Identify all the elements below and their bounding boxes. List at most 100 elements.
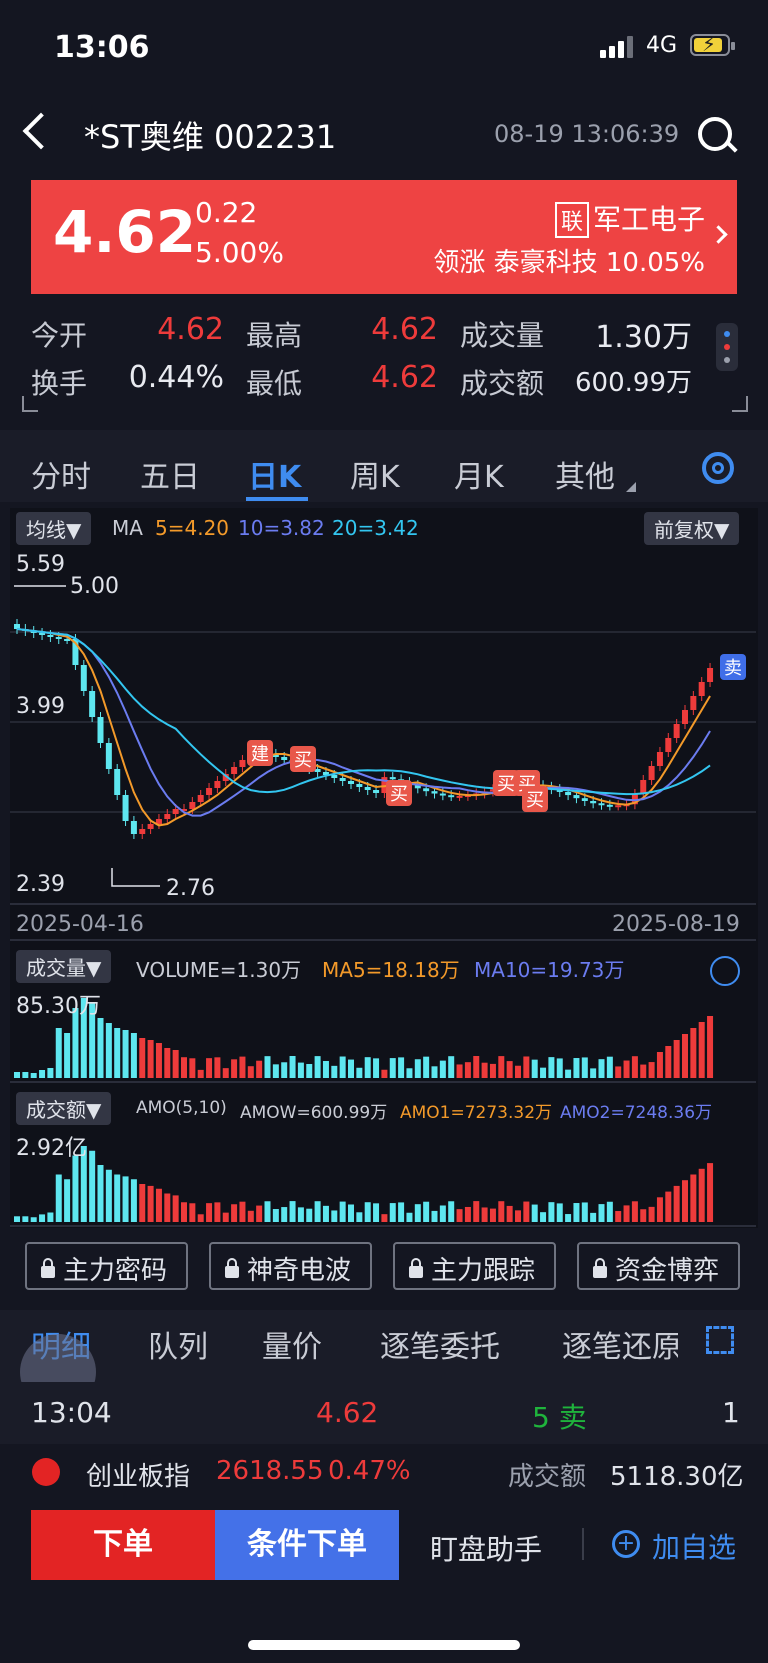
volume-bar <box>339 1056 346 1078</box>
candle <box>640 780 647 794</box>
volume-bar <box>548 1057 555 1078</box>
amount-bar <box>105 1169 112 1222</box>
candle <box>97 717 104 743</box>
home-indicator <box>248 1640 520 1650</box>
volume-bar <box>114 1028 121 1078</box>
volume-bar <box>565 1069 572 1078</box>
amount-bar <box>615 1211 622 1222</box>
candle <box>356 784 363 787</box>
order-button[interactable]: 下单 <box>31 1510 215 1580</box>
volume-bar <box>214 1057 221 1078</box>
tool-fund-game[interactable]: 资金博弈 <box>577 1242 740 1290</box>
amount-bar <box>473 1201 480 1222</box>
conditional-order-button[interactable]: 条件下单 <box>215 1510 399 1580</box>
volume-bar <box>523 1056 530 1078</box>
amount-bar <box>648 1206 655 1222</box>
tab-order-by-order[interactable]: 逐笔委托 <box>380 1322 500 1366</box>
volume-bar <box>181 1057 187 1078</box>
volume-bar <box>623 1060 630 1078</box>
amount-bar <box>515 1210 521 1222</box>
exchange-logo-icon <box>32 1458 60 1486</box>
volume-ma10: MA10=19.73万 <box>474 958 625 982</box>
candle <box>690 696 697 710</box>
volume-bar <box>189 1058 196 1078</box>
tool-magic-wave[interactable]: 神奇电波 <box>209 1242 372 1290</box>
fullscreen-icon[interactable] <box>706 1326 734 1354</box>
candle <box>281 757 288 760</box>
tab-volume-price[interactable]: 量价 <box>262 1322 322 1366</box>
amount-bar <box>623 1205 630 1222</box>
candle <box>39 633 46 635</box>
candle <box>339 778 346 781</box>
candle <box>598 803 605 806</box>
volume-bar <box>314 1056 321 1078</box>
amount-bar <box>523 1201 530 1222</box>
candle <box>581 798 588 802</box>
index-ticker[interactable]: 创业板指 2618.55 0.47% 成交额 5118.30亿 <box>0 1444 768 1500</box>
lock-icon <box>409 1258 423 1278</box>
volume-bar <box>197 1069 204 1078</box>
tick-volume: 5 卖 <box>532 1401 587 1434</box>
amount-bar <box>640 1209 647 1222</box>
candle <box>147 824 154 829</box>
candle <box>665 738 672 752</box>
volume-bar <box>147 1040 154 1078</box>
volume-bar <box>247 1066 254 1078</box>
tool-label: 资金博弈 <box>615 1256 720 1286</box>
amount-bar <box>72 1155 79 1222</box>
volume-bar <box>22 1072 29 1078</box>
index-amt: 5118.30亿 <box>610 1462 744 1492</box>
amount-bar <box>631 1201 638 1222</box>
volume-bar <box>130 1033 137 1078</box>
candle <box>197 795 204 802</box>
candle <box>105 743 112 769</box>
amount-bar <box>197 1214 204 1222</box>
tool-main-code[interactable]: 主力密码 <box>25 1242 188 1290</box>
amount-bar <box>356 1212 363 1222</box>
candle <box>656 752 663 766</box>
amount-selector[interactable]: 成交额▼ <box>16 1092 112 1125</box>
amount-bar <box>64 1179 71 1222</box>
amount-bar <box>39 1214 46 1222</box>
volume-bar <box>122 1030 129 1078</box>
amount-bar <box>381 1214 388 1222</box>
volume-bar <box>172 1050 179 1078</box>
volume-bar <box>139 1038 146 1078</box>
volume-bar <box>673 1040 680 1078</box>
volume-bar <box>590 1068 597 1078</box>
amount-bar <box>155 1188 162 1222</box>
candle <box>448 795 455 798</box>
resize-icon[interactable] <box>710 956 740 986</box>
candle <box>331 775 338 778</box>
signal-label: 建 <box>251 744 269 765</box>
tool-label: 神奇电波 <box>247 1256 352 1286</box>
kline-chart[interactable]: 建买买买买买卖 <box>0 0 768 1230</box>
amount-bar <box>247 1210 254 1222</box>
volume-bar <box>682 1034 688 1078</box>
amount-bar <box>498 1201 505 1222</box>
tick-time: 13:04 <box>31 1396 112 1429</box>
watch-assistant-button[interactable]: 盯盘助手 <box>430 1528 542 1568</box>
amount-bar <box>189 1203 196 1222</box>
signal-label: 买 <box>497 774 515 795</box>
amount-bar <box>306 1208 313 1222</box>
candle <box>206 788 213 795</box>
candle <box>682 710 688 724</box>
amount-amo1: AMO1=7273.32万 <box>400 1103 553 1123</box>
candle <box>172 809 179 814</box>
amount-bar <box>297 1207 304 1222</box>
amount-bar <box>665 1191 672 1222</box>
tab-queue[interactable]: 队列 <box>148 1322 208 1366</box>
tick-count: 1 <box>722 1396 740 1429</box>
tab-tick-restore[interactable]: 逐笔还原 <box>562 1322 678 1366</box>
candle <box>439 793 446 796</box>
amount-bar <box>130 1179 137 1222</box>
add-watchlist-button[interactable]: 加自选 <box>652 1526 736 1566</box>
tick-price: 4.62 <box>316 1396 379 1429</box>
signal-label: 买 <box>526 790 544 811</box>
volume-selector[interactable]: 成交量▼ <box>16 950 112 983</box>
tool-label: 主力跟踪 <box>431 1256 536 1286</box>
lock-icon <box>41 1258 55 1278</box>
amount-bar <box>598 1204 605 1222</box>
tool-main-track[interactable]: 主力跟踪 <box>393 1242 556 1290</box>
